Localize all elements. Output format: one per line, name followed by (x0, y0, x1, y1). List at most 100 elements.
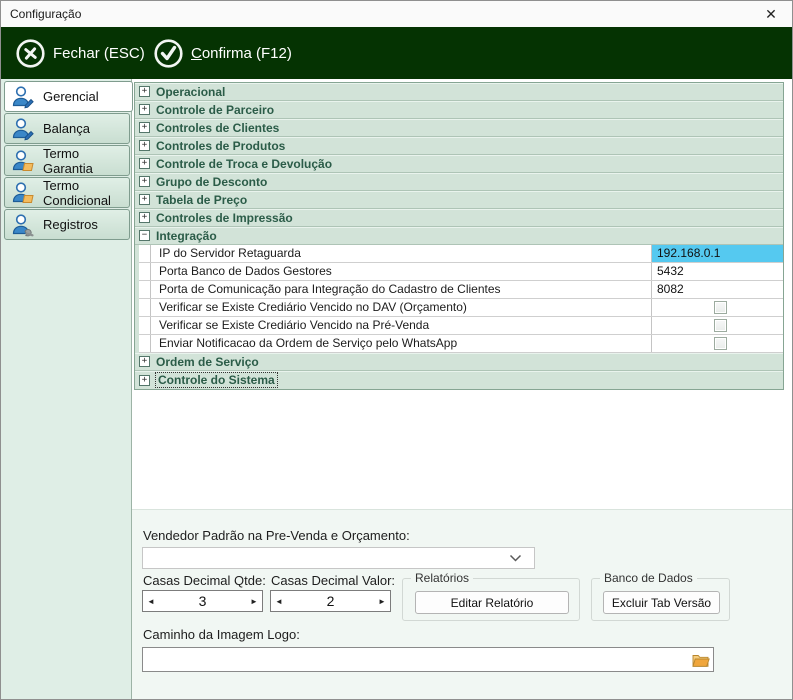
section-label: Controle de Parceiro (156, 102, 275, 117)
database-group-label: Banco de Dados (600, 571, 697, 585)
section-header-ordem-de-servico[interactable]: + Ordem de Serviço (135, 353, 783, 371)
sidebar-tab-gerencial[interactable]: Gerencial (4, 81, 133, 112)
section-label: Controles de Clientes (156, 120, 280, 135)
section-label: Controles de Produtos (156, 138, 286, 153)
reports-groupbox: Relatórios Editar Relatório (402, 571, 580, 621)
expand-icon[interactable]: + (139, 104, 150, 115)
row-indicator (139, 317, 151, 334)
section-header-integracao[interactable]: − Integração (135, 227, 783, 245)
sidebar-tab-balanca[interactable]: Balança (4, 113, 130, 144)
delete-tab-version-button[interactable]: Excluir Tab Versão (603, 591, 720, 614)
sidebar-tab-label: Registros (43, 217, 98, 232)
sidebar-tab-label: Termo Condicional (43, 177, 111, 208)
section-label: Integração (156, 228, 217, 243)
section-label: Grupo de Desconto (156, 174, 268, 189)
decimal-qty-value: 3 (198, 593, 207, 609)
setting-row-crediario-prevenda[interactable]: Verificar se Existe Crediário Vencido na… (139, 317, 783, 335)
decimal-qty-label: Casas Decimal Qtde: (143, 573, 266, 588)
open-folder-icon[interactable] (690, 650, 711, 669)
checkbox[interactable] (713, 337, 727, 350)
section-label: Operacional (156, 84, 226, 99)
section-label: Controle de Troca e Devolução (156, 156, 333, 171)
expand-icon[interactable]: + (139, 122, 150, 133)
user-edit-icon (10, 84, 36, 110)
setting-row-porta-gestores[interactable]: Porta Banco de Dados Gestores 5432 (139, 263, 783, 281)
checkbox[interactable] (713, 319, 727, 332)
setting-label: Enviar Notificacao da Ordem de Serviço p… (159, 336, 458, 350)
setting-value-cell[interactable]: 8082 (651, 281, 783, 298)
setting-row-ip-servidor[interactable]: IP do Servidor Retaguarda 192.168.0.1 (139, 245, 783, 263)
user-wrench-icon (10, 212, 36, 238)
configuration-window: Configuração ✕ Fechar (ESC) Confirma (F1… (0, 0, 793, 700)
expand-icon[interactable]: + (139, 212, 150, 223)
sidebar-tab-registros[interactable]: Registros (4, 209, 130, 240)
sidebar-tab-termo-garantia[interactable]: Termo Garantia (4, 145, 130, 176)
integration-settings-grid: IP do Servidor Retaguarda 192.168.0.1 Po… (135, 245, 783, 353)
row-indicator (139, 335, 151, 352)
section-header-controle-do-sistema[interactable]: + Controle do Sistema (135, 371, 783, 389)
decimal-value-label: Casas Decimal Valor: (271, 573, 396, 588)
section-label: Controle do Sistema (155, 372, 278, 388)
setting-label: IP do Servidor Retaguarda (159, 246, 301, 260)
checkbox[interactable] (713, 301, 727, 314)
collapse-icon[interactable]: − (139, 230, 150, 241)
row-indicator (139, 281, 151, 298)
close-circle-icon (15, 38, 46, 69)
confirm-f12-button[interactable]: Confirma (F12) (153, 27, 292, 79)
expand-icon[interactable]: + (139, 194, 150, 205)
decimal-value-stepper[interactable]: ◄ 2 ► (270, 590, 391, 612)
logo-path-field-wrap (142, 647, 714, 672)
vendor-dropdown[interactable] (142, 547, 535, 569)
decimal-value-value: 2 (326, 593, 335, 609)
sidebar-tab-label: Gerencial (43, 89, 99, 104)
setting-value-cell[interactable]: 5432 (651, 263, 783, 280)
edit-report-button[interactable]: Editar Relatório (415, 591, 569, 614)
sidebar-tab-label: Termo Garantia (43, 145, 93, 176)
section-label: Tabela de Preço (156, 192, 248, 207)
user-edit-icon (10, 116, 36, 142)
expand-icon[interactable]: + (139, 158, 150, 169)
setting-label: Porta Banco de Dados Gestores (159, 264, 332, 278)
section-header-controles-de-clientes[interactable]: + Controles de Clientes (135, 119, 783, 137)
row-indicator (139, 299, 151, 316)
logo-path-input[interactable] (144, 649, 690, 670)
vendor-default-label: Vendedor Padrão na Pre-Venda e Orçamento… (143, 528, 410, 543)
title-bar: Configuração ✕ (1, 1, 792, 27)
increment-icon[interactable]: ► (246, 597, 262, 606)
section-label: Controles de Impressão (156, 210, 293, 225)
setting-label: Porta de Comunicação para Integração do … (159, 282, 501, 296)
section-header-grupo-de-desconto[interactable]: + Grupo de Desconto (135, 173, 783, 191)
setting-row-porta-comunicacao[interactable]: Porta de Comunicação para Integração do … (139, 281, 783, 299)
decrement-icon[interactable]: ◄ (271, 597, 287, 606)
expand-icon[interactable]: + (139, 176, 150, 187)
setting-value-cell[interactable]: 192.168.0.1 (651, 245, 783, 262)
close-esc-button[interactable]: Fechar (ESC) (15, 27, 145, 79)
close-esc-label: Fechar (ESC) (53, 44, 145, 62)
setting-row-crediario-dav[interactable]: Verificar se Existe Crediário Vencido no… (139, 299, 783, 317)
user-document-icon (10, 148, 36, 174)
settings-accordion: + Operacional + Controle de Parceiro + C… (134, 82, 784, 390)
setting-label: Verificar se Existe Crediário Vencido no… (159, 300, 467, 314)
setting-value-cell (651, 317, 783, 334)
expand-icon[interactable]: + (139, 86, 150, 97)
expand-icon[interactable]: + (139, 374, 150, 386)
section-header-controle-de-parceiro[interactable]: + Controle de Parceiro (135, 101, 783, 119)
confirm-f12-label: Confirma (F12) (191, 44, 292, 62)
decimal-qty-stepper[interactable]: ◄ 3 ► (142, 590, 263, 612)
setting-value-cell (651, 299, 783, 316)
general-settings-panel: Vendedor Padrão na Pre-Venda e Orçamento… (132, 509, 792, 699)
decrement-icon[interactable]: ◄ (143, 597, 159, 606)
section-header-controles-de-produtos[interactable]: + Controles de Produtos (135, 137, 783, 155)
window-close-icon[interactable]: ✕ (750, 1, 792, 27)
expand-icon[interactable]: + (139, 356, 150, 367)
section-header-tabela-de-preco[interactable]: + Tabela de Preço (135, 191, 783, 209)
section-header-controles-de-impressao[interactable]: + Controles de Impressão (135, 209, 783, 227)
expand-icon[interactable]: + (139, 140, 150, 151)
row-indicator (139, 263, 151, 280)
sidebar-tab-termo-condicional[interactable]: Termo Condicional (4, 177, 130, 208)
section-header-controle-de-troca-e-devolucao[interactable]: + Controle de Troca e Devolução (135, 155, 783, 173)
section-header-operacional[interactable]: + Operacional (135, 83, 783, 101)
setting-row-whatsapp[interactable]: Enviar Notificacao da Ordem de Serviço p… (139, 335, 783, 353)
row-indicator (139, 245, 151, 262)
increment-icon[interactable]: ► (374, 597, 390, 606)
